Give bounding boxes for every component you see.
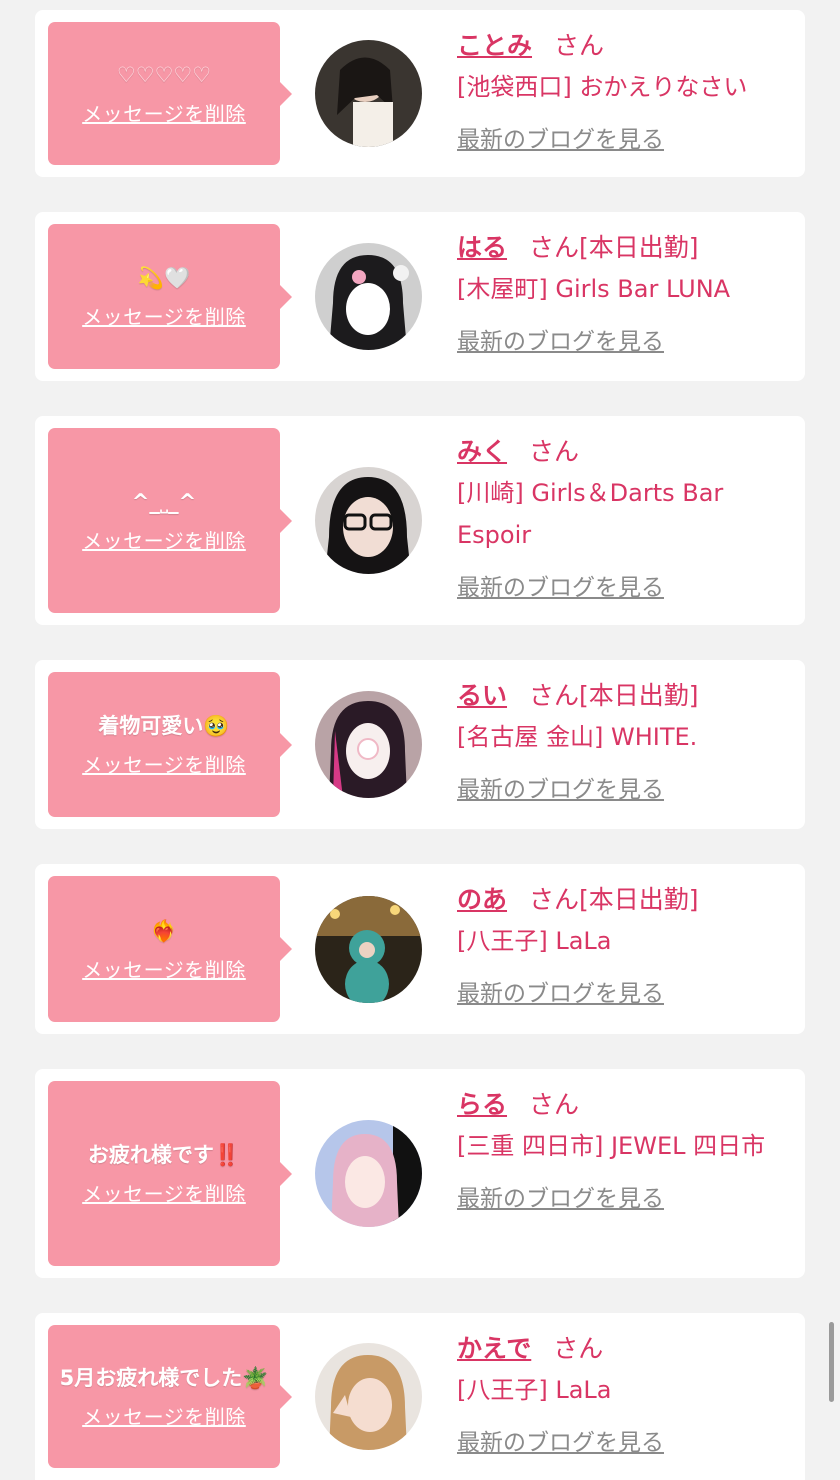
shop-name: [川崎] Girls＆Darts Bar Espoir (457, 479, 724, 549)
message-text: お疲れ様です‼️ (87, 1143, 241, 1167)
cast-info: ことみ さん [池袋西口] おかえりなさい 最新のブログを見る (457, 26, 787, 154)
shop-name: [木屋町] Girls Bar LUNA (457, 275, 731, 303)
cast-info: かえで さん [八王子] LaLa 最新のブログを見る (457, 1329, 787, 1457)
cast-name-link[interactable]: はる (457, 233, 507, 262)
message-text: 💫🤍 (137, 266, 191, 290)
cast-info: はる さん[本日出勤] [木屋町] Girls Bar LUNA 最新のブログを見… (457, 228, 787, 356)
message-text: 5月お疲れ様でした🪴 (59, 1366, 269, 1390)
message-bubble: ^_˽_^ メッセージを削除 (48, 428, 292, 613)
favorite-card: 5月お疲れ様でした🪴 メッセージを削除 かえで さん [八王子] LaLa 最新の… (35, 1313, 805, 1480)
cast-info: らる さん [三重 四日市] JEWEL 四日市 最新のブログを見る (457, 1085, 787, 1213)
shop-name: [八王子] LaLa (457, 927, 612, 955)
favorite-card: ^_˽_^ メッセージを削除 みく さん [川崎] Girls＆Darts Bar… (35, 416, 805, 625)
cast-name-link[interactable]: るい (457, 681, 507, 710)
honorific: さん (553, 1334, 604, 1363)
honorific: さん (529, 681, 580, 710)
favorite-card: 💫🤍 メッセージを削除 はる さん[本日出勤] [木屋町] Girls Bar L… (35, 212, 805, 381)
attendance-tag: [本日出勤] (579, 885, 699, 914)
favorite-card: お疲れ様です‼️ メッセージを削除 らる さん [三重 四日市] JEWEL 四日… (35, 1069, 805, 1278)
cast-info: るい さん[本日出勤] [名古屋 金山] WHITE. 最新のブログを見る (457, 676, 787, 804)
cast-name-link[interactable]: かえで (457, 1334, 531, 1363)
message-bubble: ♡♡♡♡♡ メッセージを削除 (48, 22, 292, 165)
message-text: ♡♡♡♡♡ (116, 63, 212, 87)
cast-info: みく さん [川崎] Girls＆Darts Bar Espoir 最新のブログを… (457, 432, 787, 602)
shop-name: [名古屋 金山] WHITE. (457, 723, 698, 751)
message-bubble: 5月お疲れ様でした🪴 メッセージを削除 (48, 1325, 292, 1468)
shop-name: [池袋西口] おかえりなさい (457, 73, 748, 101)
honorific: さん (554, 31, 605, 60)
latest-blog-link[interactable]: 最新のブログを見る (457, 568, 664, 602)
avatar[interactable] (315, 40, 422, 147)
message-bubble: ❤️‍🔥 メッセージを削除 (48, 876, 292, 1022)
message-bubble: 💫🤍 メッセージを削除 (48, 224, 292, 369)
honorific: さん (529, 885, 580, 914)
avatar[interactable] (315, 1120, 422, 1227)
shop-name: [三重 四日市] JEWEL 四日市 (457, 1132, 766, 1160)
favorite-card: 着物可愛い🥹 メッセージを削除 るい さん[本日出勤] [名古屋 金山] WHIT… (35, 660, 805, 829)
avatar[interactable] (315, 243, 422, 350)
message-text: 着物可愛い🥹 (98, 714, 230, 738)
shop-name: [八王子] LaLa (457, 1376, 612, 1404)
delete-message-link[interactable]: メッセージを削除 (82, 1178, 246, 1207)
avatar[interactable] (315, 467, 422, 574)
message-bubble: 着物可愛い🥹 メッセージを削除 (48, 672, 292, 817)
favorite-card: ♡♡♡♡♡ メッセージを削除 ことみ さん [池袋西口] おかえりなさい 最新のブ… (35, 10, 805, 177)
delete-message-link[interactable]: メッセージを削除 (82, 1401, 246, 1430)
favorite-card: ❤️‍🔥 メッセージを削除 のあ さん[本日出勤] [八王子] LaLa 最新のブ… (35, 864, 805, 1034)
delete-message-link[interactable]: メッセージを削除 (82, 954, 246, 983)
avatar[interactable] (315, 1343, 422, 1450)
avatar[interactable] (315, 896, 422, 1003)
message-text: ^_˽_^ (131, 490, 197, 514)
avatar[interactable] (315, 691, 422, 798)
delete-message-link[interactable]: メッセージを削除 (82, 525, 246, 554)
honorific: さん (529, 437, 580, 466)
cast-name-link[interactable]: のあ (457, 885, 507, 914)
latest-blog-link[interactable]: 最新のブログを見る (457, 1423, 664, 1457)
attendance-tag: [本日出勤] (579, 233, 699, 262)
latest-blog-link[interactable]: 最新のブログを見る (457, 120, 664, 154)
honorific: さん (529, 1090, 580, 1119)
delete-message-link[interactable]: メッセージを削除 (82, 301, 246, 330)
latest-blog-link[interactable]: 最新のブログを見る (457, 322, 664, 356)
delete-message-link[interactable]: メッセージを削除 (82, 98, 246, 127)
message-text: ❤️‍🔥 (150, 918, 178, 943)
cast-name-link[interactable]: ことみ (457, 31, 532, 60)
cast-info: のあ さん[本日出勤] [八王子] LaLa 最新のブログを見る (457, 880, 787, 1008)
latest-blog-link[interactable]: 最新のブログを見る (457, 1179, 664, 1213)
cast-name-link[interactable]: らる (457, 1090, 507, 1119)
latest-blog-link[interactable]: 最新のブログを見る (457, 770, 664, 804)
honorific: さん (529, 233, 580, 262)
attendance-tag: [本日出勤] (579, 681, 699, 710)
cast-name-link[interactable]: みく (457, 437, 507, 466)
message-bubble: お疲れ様です‼️ メッセージを削除 (48, 1081, 292, 1266)
scrollbar[interactable] (829, 1322, 834, 1402)
latest-blog-link[interactable]: 最新のブログを見る (457, 974, 664, 1008)
delete-message-link[interactable]: メッセージを削除 (82, 749, 246, 778)
